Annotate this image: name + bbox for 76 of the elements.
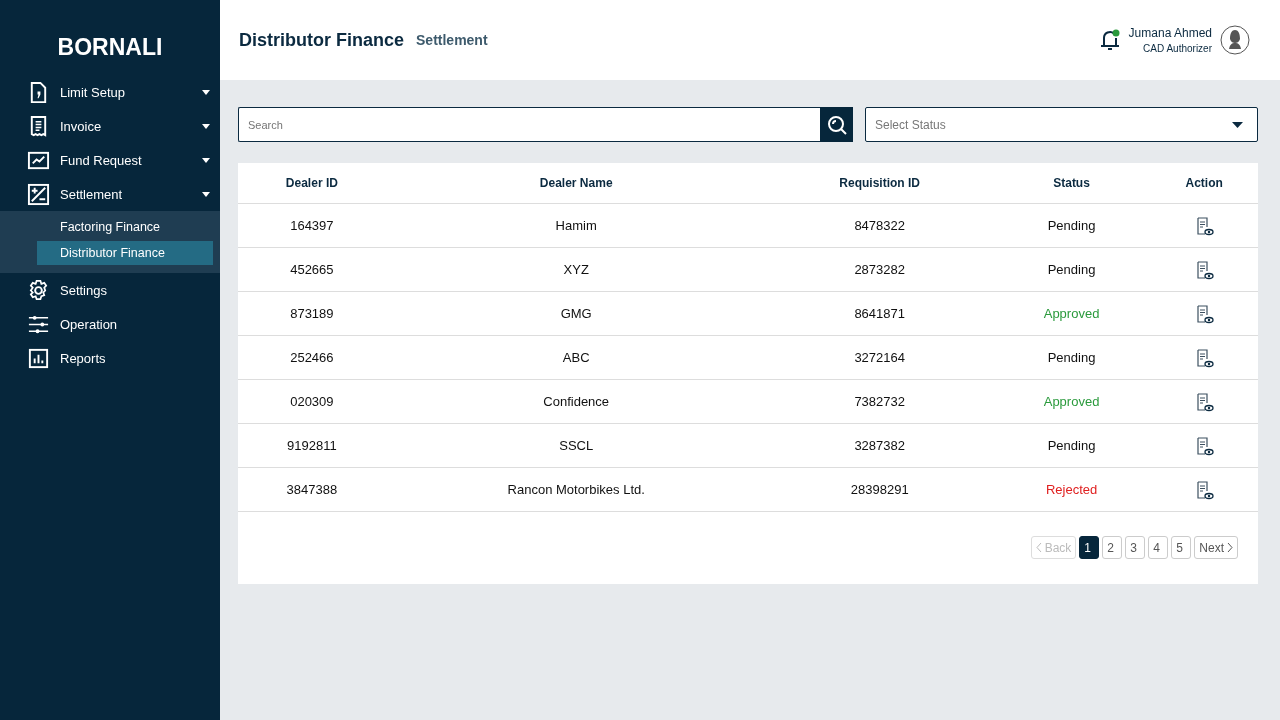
- user-name: Jumana Ahmed: [1128, 26, 1212, 40]
- sidebar-item[interactable]: Fund Request: [0, 143, 220, 177]
- page-button[interactable]: 4: [1148, 536, 1169, 559]
- table-cell: XYZ: [385, 247, 767, 292]
- caret-icon: [202, 89, 210, 95]
- view-document-icon[interactable]: [1194, 435, 1215, 456]
- breadcrumb: Settlement: [416, 32, 488, 48]
- table-cell: 28398291: [766, 467, 993, 512]
- column-header: Status: [992, 163, 1151, 204]
- avatar-icon[interactable]: [1220, 25, 1250, 55]
- sidebar-item[interactable]: Settlement: [0, 177, 220, 211]
- view-document-icon[interactable]: [1194, 303, 1215, 324]
- sidebar-subitem[interactable]: Factoring Finance: [37, 215, 213, 239]
- column-header: Dealer Name: [385, 163, 767, 204]
- sidebar-item[interactable]: Invoice: [0, 109, 220, 143]
- sidebar-item[interactable]: Reports: [0, 341, 220, 375]
- page-title: Distributor Finance: [239, 29, 404, 51]
- page-button[interactable]: 5: [1171, 536, 1192, 559]
- table-cell: ABC: [385, 335, 767, 380]
- table-cell: 2873282: [766, 247, 993, 292]
- table-cell: Hamim: [385, 203, 767, 248]
- caret-icon: [202, 191, 210, 197]
- table-cell: 164397: [238, 203, 386, 248]
- table-cell: 252466: [238, 335, 386, 380]
- status-dropdown[interactable]: Select Status: [865, 107, 1258, 142]
- table-cell: 020309: [238, 379, 386, 424]
- caret-icon: [202, 123, 210, 129]
- table-cell: 9192811: [238, 423, 386, 468]
- status-cell: Approved: [992, 291, 1151, 336]
- table-cell: 7382732: [766, 379, 993, 424]
- status-cell: Pending: [992, 335, 1151, 380]
- table-cell: 3287382: [766, 423, 993, 468]
- status-cell: Pending: [992, 423, 1151, 468]
- caret-icon: [202, 157, 210, 163]
- table-cell: 8641871: [766, 291, 993, 336]
- table-cell: 452665: [238, 247, 386, 292]
- search-icon: [826, 114, 847, 135]
- status-cell: Pending: [992, 247, 1151, 292]
- column-header: Requisition ID: [766, 163, 993, 204]
- table-cell: 3272164: [766, 335, 993, 380]
- status-cell: Rejected: [992, 467, 1151, 512]
- table-cell: SSCL: [385, 423, 767, 468]
- view-document-icon[interactable]: [1194, 347, 1215, 368]
- sidebar-item[interactable]: Limit Setup: [0, 75, 220, 109]
- view-document-icon[interactable]: [1194, 215, 1215, 236]
- search-button[interactable]: [820, 107, 853, 142]
- sidebar-item[interactable]: Operation: [0, 307, 220, 341]
- caret-icon: [1232, 121, 1243, 128]
- search-field[interactable]: Search: [238, 107, 820, 142]
- page-button[interactable]: 1: [1079, 536, 1100, 559]
- settings-icon: [27, 278, 50, 302]
- table-cell: GMG: [385, 291, 767, 336]
- table-cell: Rancon Motorbikes Ltd.: [385, 467, 767, 512]
- table-cell: 3847388: [238, 467, 386, 512]
- status-cell: Pending: [992, 203, 1151, 248]
- status-cell: Approved: [992, 379, 1151, 424]
- page-button[interactable]: 2: [1102, 536, 1123, 559]
- chevron-right-icon: [1227, 543, 1233, 552]
- table-cell: 873189: [238, 291, 386, 336]
- notification-icon[interactable]: [1098, 28, 1121, 52]
- column-header: Action: [1150, 163, 1258, 204]
- view-document-icon[interactable]: [1194, 259, 1215, 280]
- user-role: CAD Authorizer: [1142, 43, 1212, 54]
- table-cell: Confidence: [385, 379, 767, 424]
- table-cell: 8478322: [766, 203, 993, 248]
- view-document-icon[interactable]: [1194, 479, 1215, 500]
- view-document-icon[interactable]: [1194, 391, 1215, 412]
- sidebar-subitem[interactable]: Distributor Finance: [37, 241, 213, 265]
- percent-icon: [27, 182, 50, 206]
- chevron-left-icon: [1035, 543, 1042, 552]
- column-header: Dealer ID: [238, 163, 386, 204]
- next-button[interactable]: Next: [1194, 536, 1238, 559]
- bar-chart-icon: [27, 346, 50, 370]
- sidebar-item[interactable]: Settings: [0, 273, 220, 307]
- app-logo: BORNALI: [57, 34, 163, 61]
- page-button[interactable]: 3: [1125, 536, 1146, 559]
